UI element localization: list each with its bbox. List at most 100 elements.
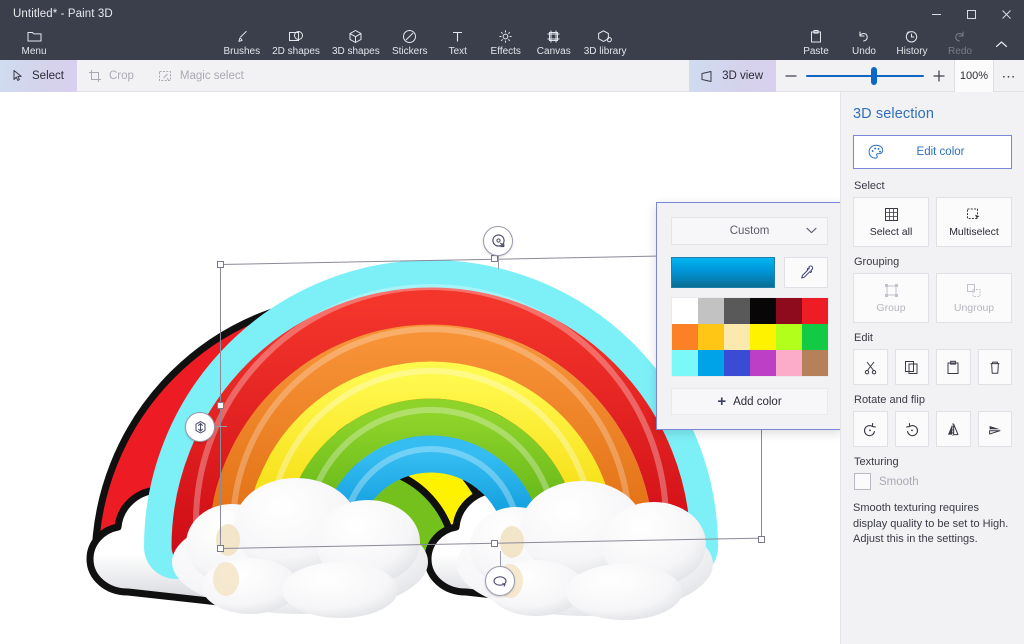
brush-icon	[234, 28, 249, 45]
history-icon	[904, 28, 919, 45]
color-swatch[interactable]	[724, 350, 750, 376]
3d-library-tool[interactable]: 3D library	[578, 28, 633, 60]
color-swatch[interactable]	[802, 298, 828, 324]
paste-icon	[946, 360, 960, 375]
crop-icon	[88, 69, 102, 83]
maximize-button[interactable]	[954, 0, 989, 28]
copy-button[interactable]	[895, 349, 930, 385]
effects-tool[interactable]: Effects	[482, 28, 530, 60]
text-label: Text	[449, 46, 467, 57]
select-tool-button[interactable]: Select	[0, 60, 77, 92]
color-swatch[interactable]	[672, 350, 698, 376]
color-swatch[interactable]	[672, 298, 698, 324]
magic-select-tool-button[interactable]: Magic select	[147, 60, 257, 92]
3d-shapes-tool[interactable]: 3D shapes	[326, 28, 386, 60]
zoom-percentage[interactable]: 100%	[954, 60, 994, 92]
secondary-toolbar: Select Crop Magic select 3D view	[0, 60, 1024, 92]
color-palette-grid[interactable]	[671, 297, 829, 377]
flip-horizontal-button[interactable]	[936, 411, 971, 447]
view-3d-icon	[700, 70, 715, 83]
current-color-swatch[interactable]	[671, 257, 775, 288]
history-label: History	[896, 46, 927, 57]
color-swatch[interactable]	[776, 350, 802, 376]
close-icon	[1001, 9, 1012, 20]
multiselect-icon	[966, 207, 982, 222]
paste-button[interactable]	[936, 349, 971, 385]
color-swatch[interactable]	[698, 298, 724, 324]
redo-ribbon-button[interactable]: Redo	[936, 28, 984, 60]
minimize-button[interactable]	[919, 0, 954, 28]
delete-button[interactable]	[978, 349, 1013, 385]
rotate-right-button[interactable]	[895, 411, 930, 447]
color-picker-popup[interactable]: Custom + Add color	[656, 202, 840, 430]
stickers-tool[interactable]: Stickers	[386, 28, 434, 60]
eyedropper-icon	[798, 264, 815, 281]
color-swatch[interactable]	[698, 350, 724, 376]
rotate-z-gizmo[interactable]	[483, 226, 513, 256]
smooth-checkbox-row[interactable]: Smooth	[854, 473, 1012, 490]
close-button[interactable]	[989, 0, 1024, 28]
maximize-icon	[966, 9, 977, 20]
3d-view-toggle[interactable]: 3D view	[689, 60, 776, 92]
color-swatch[interactable]	[750, 298, 776, 324]
cut-button[interactable]	[853, 349, 888, 385]
window-controls	[919, 0, 1024, 28]
zoom-slider-thumb[interactable]	[871, 67, 877, 85]
color-swatch[interactable]	[776, 298, 802, 324]
color-swatch[interactable]	[724, 298, 750, 324]
smooth-checkbox[interactable]	[854, 473, 871, 490]
color-swatch[interactable]	[698, 324, 724, 350]
zoom-in-button[interactable]	[924, 60, 954, 92]
color-swatch[interactable]	[750, 324, 776, 350]
multiselect-button[interactable]: Multiselect	[936, 197, 1012, 247]
color-swatch[interactable]	[750, 350, 776, 376]
minimize-icon	[931, 9, 942, 20]
current-color-row	[671, 257, 828, 288]
rotate-y-gizmo-stem	[500, 551, 501, 567]
crop-tool-label: Crop	[109, 70, 134, 82]
add-color-button[interactable]: + Add color	[671, 388, 828, 415]
color-mode-select[interactable]: Custom	[671, 217, 828, 245]
stickers-icon	[402, 28, 417, 45]
crop-tool-button[interactable]: Crop	[77, 60, 147, 92]
select-all-button[interactable]: Select all	[853, 197, 929, 247]
group-button[interactable]: Group	[853, 273, 929, 323]
edit-color-button[interactable]: Edit color	[853, 135, 1012, 169]
more-options-button[interactable]: ⋯	[994, 60, 1024, 92]
text-icon	[450, 28, 465, 45]
rotate-y-gizmo[interactable]	[485, 566, 515, 596]
color-swatch[interactable]	[724, 324, 750, 350]
select-group-buttons: Select all Multiselect	[853, 197, 1012, 247]
color-swatch[interactable]	[802, 350, 828, 376]
eyedropper-button[interactable]	[784, 257, 828, 288]
select-group-label: Select	[854, 180, 1012, 192]
select-all-icon	[884, 207, 899, 222]
zoom-slider[interactable]	[806, 60, 924, 92]
ribbon-toolbar: Menu Brushes 2D shapes 3D shapes	[0, 28, 1024, 60]
collapse-ribbon-button[interactable]	[984, 28, 1020, 60]
zoom-out-button[interactable]	[776, 60, 806, 92]
canvas-tool[interactable]: Canvas	[530, 28, 578, 60]
rotate-left-icon	[862, 422, 878, 437]
scissors-icon	[863, 360, 878, 375]
select-tool-label: Select	[32, 70, 64, 82]
rotate-left-button[interactable]	[853, 411, 888, 447]
2d-shapes-tool[interactable]: 2D shapes	[266, 28, 326, 60]
flip-horizontal-icon	[945, 422, 961, 437]
canvas-area[interactable]: Custom + Add color	[0, 92, 840, 644]
3d-shapes-label: 3D shapes	[332, 46, 380, 57]
grouping-group-buttons: Group Ungroup	[853, 273, 1012, 323]
color-swatch[interactable]	[672, 324, 698, 350]
move-depth-gizmo[interactable]	[185, 412, 215, 442]
undo-ribbon-button[interactable]: Undo	[840, 28, 888, 60]
history-ribbon-button[interactable]: History	[888, 28, 936, 60]
color-swatch[interactable]	[776, 324, 802, 350]
brushes-tool[interactable]: Brushes	[217, 28, 266, 60]
ungroup-button[interactable]: Ungroup	[936, 273, 1012, 323]
color-swatch[interactable]	[802, 324, 828, 350]
text-tool[interactable]: Text	[434, 28, 482, 60]
menu-button[interactable]: Menu	[10, 28, 58, 60]
flip-vertical-button[interactable]	[978, 411, 1013, 447]
paste-ribbon-button[interactable]: Paste	[792, 28, 840, 60]
grouping-group-label: Grouping	[854, 256, 1012, 268]
